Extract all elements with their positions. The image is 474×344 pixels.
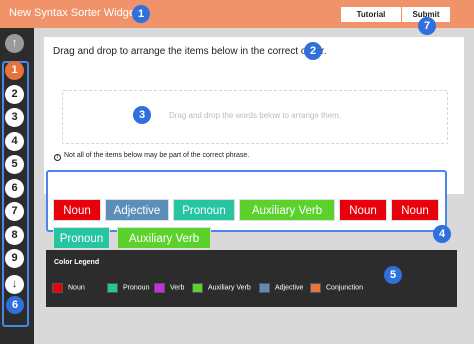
legend-label: Pronoun xyxy=(123,284,150,292)
legend-item-verb: Verb xyxy=(154,283,184,294)
legend-swatch xyxy=(52,283,63,293)
note-text: Not all of the items below may be part o… xyxy=(64,152,250,159)
callout-badge-4: 4 xyxy=(433,225,451,243)
legend-swatch xyxy=(310,283,321,293)
word-bank: Noun Adjective Pronoun Auxiliary Verb No… xyxy=(46,170,447,249)
legend-item-adjective: Adjective xyxy=(259,283,303,294)
note: ! Not all of the items below may be part … xyxy=(54,152,249,161)
question-item-5[interactable]: 5 xyxy=(5,155,24,174)
callout-badge-7: 7 xyxy=(418,17,436,35)
tutorial-button[interactable]: Tutorial xyxy=(341,7,401,22)
callout-badge-5: 5 xyxy=(384,266,402,284)
question-item-2[interactable]: 2 xyxy=(5,84,24,104)
legend-swatch xyxy=(192,283,203,293)
legend-title: Color Legend xyxy=(54,259,100,266)
legend-label: Adjective xyxy=(275,284,304,292)
question-item-8[interactable]: 8 xyxy=(5,225,24,245)
info-icon: ! xyxy=(54,154,61,161)
callout-badge-2: 2 xyxy=(304,42,322,60)
legend-swatch xyxy=(259,283,270,293)
word-chip[interactable]: Auxiliary Verb xyxy=(239,199,335,221)
word-chip[interactable]: Pronoun xyxy=(173,199,235,221)
legend-item-conjunction: Conjunction xyxy=(310,283,363,294)
legend-label: Auxiliary Verb xyxy=(208,284,251,292)
instruction-text: Drag and drop to arrange the items below… xyxy=(53,46,327,57)
legend-label: Conjunction xyxy=(326,284,363,292)
question-item-3[interactable]: 3 xyxy=(5,108,24,127)
question-item-9[interactable]: 9 xyxy=(5,249,24,268)
word-chip[interactable]: Adjective xyxy=(105,199,169,221)
legend-item-pronoun: Pronoun xyxy=(107,283,149,294)
app-title: New Syntax Sorter Widget xyxy=(9,7,138,19)
legend-swatch xyxy=(154,283,165,293)
word-chip[interactable]: Noun xyxy=(53,199,101,221)
callout-badge-3: 3 xyxy=(133,106,151,124)
legend-label: Verb xyxy=(170,284,185,292)
scroll-down-arrow-icon[interactable]: ↓ xyxy=(5,275,24,294)
legend-label: Noun xyxy=(68,284,85,292)
main-area: Drag and drop to arrange the items below… xyxy=(37,28,474,344)
legend-swatch xyxy=(107,283,118,293)
question-item-1[interactable]: 1 xyxy=(5,61,24,80)
callout-badge-1: 1 xyxy=(132,5,150,23)
question-item-7[interactable]: 7 xyxy=(5,202,24,221)
scroll-up-arrow-icon[interactable]: ↑ xyxy=(5,34,24,53)
word-chip[interactable]: Auxiliary Verb xyxy=(117,227,211,249)
drop-zone-placeholder: Drag and drop the words below to arrange… xyxy=(168,111,342,120)
top-bar: New Syntax Sorter Widget Tutorial Submit xyxy=(0,0,474,28)
word-chip[interactable]: Noun xyxy=(339,199,387,221)
question-item-6[interactable]: 6 xyxy=(5,178,24,198)
word-chip[interactable]: Noun xyxy=(391,199,439,221)
drop-zone[interactable]: Drag and drop the words below to arrange… xyxy=(62,90,448,144)
question-item-4[interactable]: 4 xyxy=(5,131,24,151)
word-chip[interactable]: Pronoun xyxy=(53,227,110,249)
legend-item-noun: Noun xyxy=(52,283,85,294)
legend-item-auxiliary-verb: Auxiliary Verb xyxy=(192,283,251,294)
callout-badge-6: 6 xyxy=(6,296,24,314)
